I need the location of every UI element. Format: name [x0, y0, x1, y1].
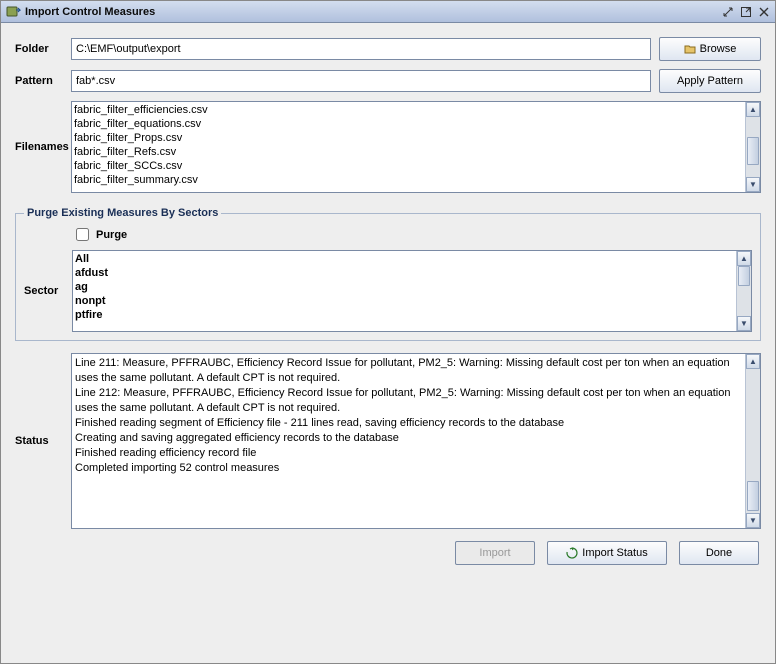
import-control-measures-window: Import Control Measures Folder Browse Pa…	[0, 0, 776, 664]
done-button-label: Done	[706, 547, 732, 559]
scroll-down-icon[interactable]: ▼	[746, 513, 760, 528]
status-line: Finished reading segment of Efficiency f…	[75, 416, 742, 431]
filenames-listbox[interactable]: fabric_filter_efficiencies.csv fabric_fi…	[71, 101, 761, 193]
folder-input[interactable]	[71, 38, 651, 60]
status-label: Status	[15, 435, 71, 447]
status-line: Completed importing 52 control measures	[75, 461, 742, 476]
done-button[interactable]: Done	[679, 541, 759, 565]
content-area: Folder Browse Pattern Apply Pattern File…	[1, 23, 775, 663]
status-row: Status Line 211: Measure, PFFRAUBC, Effi…	[15, 353, 761, 529]
scroll-thumb[interactable]	[738, 266, 750, 286]
scroll-up-icon[interactable]: ▲	[746, 354, 760, 369]
purge-fieldset: Purge Existing Measures By Sectors Purge…	[15, 207, 761, 341]
apply-pattern-label: Apply Pattern	[677, 75, 743, 87]
pattern-label: Pattern	[15, 75, 71, 87]
list-item[interactable]: All	[75, 252, 734, 266]
import-status-label: Import Status	[582, 547, 647, 559]
purge-legend: Purge Existing Measures By Sectors	[24, 207, 221, 219]
purge-checkbox-row: Purge	[72, 225, 752, 244]
sector-scrollbar[interactable]: ▲ ▼	[736, 251, 751, 331]
status-line: Finished reading efficiency record file	[75, 446, 742, 461]
browse-button[interactable]: Browse	[659, 37, 761, 61]
list-item[interactable]: fabric_filter_summary.csv	[74, 173, 743, 187]
import-button[interactable]: Import	[455, 541, 535, 565]
close-icon[interactable]	[757, 5, 771, 19]
scroll-track[interactable]	[737, 266, 751, 316]
import-status-button[interactable]: Import Status	[547, 541, 667, 565]
scroll-thumb[interactable]	[747, 137, 759, 165]
scroll-track[interactable]	[746, 369, 760, 513]
action-row: Import Import Status Done	[15, 541, 761, 569]
purge-checkbox-label: Purge	[96, 229, 127, 241]
import-button-label: Import	[479, 547, 510, 559]
list-item[interactable]: fabric_filter_Props.csv	[74, 131, 743, 145]
status-line: Creating and saving aggregated efficienc…	[75, 431, 742, 446]
browse-button-label: Browse	[700, 43, 737, 55]
apply-pattern-button[interactable]: Apply Pattern	[659, 69, 761, 93]
refresh-icon	[566, 547, 578, 559]
list-item[interactable]: nonpt	[75, 294, 734, 308]
sector-listbox[interactable]: All afdust ag nonpt ptfire ▲ ▼	[72, 250, 752, 332]
sector-label: Sector	[24, 285, 72, 297]
scroll-down-icon[interactable]: ▼	[746, 177, 760, 192]
scroll-track[interactable]	[746, 117, 760, 177]
folder-label: Folder	[15, 43, 71, 55]
status-scrollbar[interactable]: ▲ ▼	[745, 354, 760, 528]
sector-row: Sector All afdust ag nonpt ptfire ▲	[24, 250, 752, 332]
status-textarea[interactable]: Line 211: Measure, PFFRAUBC, Efficiency …	[71, 353, 761, 529]
status-content: Line 211: Measure, PFFRAUBC, Efficiency …	[72, 354, 745, 528]
maximize-icon[interactable]	[739, 5, 753, 19]
filenames-list: fabric_filter_efficiencies.csv fabric_fi…	[72, 102, 745, 192]
status-line: Line 212: Measure, PFFRAUBC, Efficiency …	[75, 386, 742, 416]
pattern-input[interactable]	[71, 70, 651, 92]
filenames-row: Filenames fabric_filter_efficiencies.csv…	[15, 101, 761, 193]
list-item[interactable]: fabric_filter_SCCs.csv	[74, 159, 743, 173]
scroll-up-icon[interactable]: ▲	[737, 251, 751, 266]
sector-list: All afdust ag nonpt ptfire	[73, 251, 736, 331]
list-item[interactable]: afdust	[75, 266, 734, 280]
scroll-up-icon[interactable]: ▲	[746, 102, 760, 117]
minimize-internal-icon[interactable]	[721, 5, 735, 19]
folder-row: Folder Browse	[15, 37, 761, 61]
list-item[interactable]: fabric_filter_Refs.csv	[74, 145, 743, 159]
scroll-down-icon[interactable]: ▼	[737, 316, 751, 331]
scroll-thumb[interactable]	[747, 481, 759, 511]
window-title: Import Control Measures	[25, 6, 721, 18]
filenames-scrollbar[interactable]: ▲ ▼	[745, 102, 760, 192]
titlebar: Import Control Measures	[1, 1, 775, 23]
list-item[interactable]: fabric_filter_equations.csv	[74, 117, 743, 131]
status-line: Line 211: Measure, PFFRAUBC, Efficiency …	[75, 356, 742, 386]
app-icon	[5, 4, 21, 20]
list-item[interactable]: ptfire	[75, 308, 734, 322]
folder-open-icon	[684, 43, 696, 55]
list-item[interactable]: fabric_filter_efficiencies.csv	[74, 103, 743, 117]
filenames-label: Filenames	[15, 141, 71, 153]
purge-checkbox[interactable]	[76, 228, 89, 241]
list-item[interactable]: ag	[75, 280, 734, 294]
pattern-row: Pattern Apply Pattern	[15, 69, 761, 93]
window-controls	[721, 5, 771, 19]
